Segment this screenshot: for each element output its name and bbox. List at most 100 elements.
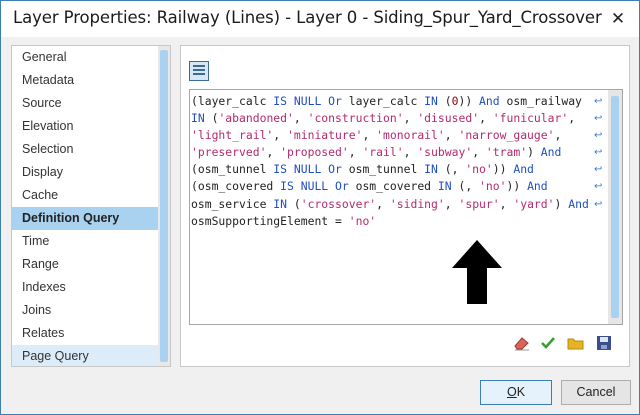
sql-token: ) [554,196,569,211]
sql-line: (osm_tunnel IS NULL Or osm_tunnel IN (, … [191,161,595,178]
sql-token: 'light_rail' [191,128,274,143]
nav-item-source[interactable]: Source [12,92,158,115]
nav-item-metadata[interactable]: Metadata [12,69,158,92]
check-icon[interactable] [537,332,559,354]
property-pages-list: General Metadata Source Elevation Selection D… [11,45,171,367]
sql-token: ) [527,145,541,160]
sql-token: 'miniature' [287,128,363,143]
sql-token: , [499,196,514,211]
nav-item-page-query[interactable]: Page Query [12,345,158,366]
sql-line: osm_service IN ('crossover', 'siding', '… [191,196,595,213]
sql-token: , [479,111,493,126]
nav-item-cache[interactable]: Cache [12,184,158,207]
editor-scrollbar-thumb[interactable] [611,96,619,318]
sql-token: And [568,196,589,211]
nav-scrollbar[interactable] [158,46,170,366]
wrap-marker-icon: ↩ [594,147,603,159]
wrap-marker-icon: ↩ [594,181,603,193]
sql-token: (, [444,162,466,177]
sql-token: 'spur' [458,196,500,211]
sql-token: 'preserved' [191,145,267,160]
sql-token: , [444,128,459,143]
sql-token: IS NULL Or [273,94,349,108]
sql-token: , [554,128,562,143]
sql-token: ( [191,162,198,177]
sql-token: IN [191,111,212,126]
sql-token: And [513,162,534,177]
nav-item-joins[interactable]: Joins [12,299,158,322]
eraser-icon[interactable] [511,332,533,354]
sql-token: 'construction' [307,111,404,126]
definition-query-panel: (layer_calc IS NULL Or layer_calc IN (0)… [180,45,630,367]
sql-line: osmSupportingElement = 'no' [191,213,595,230]
nav-item-definition-query[interactable]: Definition Query [12,207,158,230]
sql-token: osm_service [191,196,274,211]
dialog-footer: OK Cancel [1,380,639,414]
nav-item-display[interactable]: Display [12,161,158,184]
sql-token: , [444,196,459,211]
nav-scrollbar-thumb[interactable] [160,50,168,362]
sql-mode-icon[interactable] [189,61,209,81]
nav-item-selection[interactable]: Selection [12,138,158,161]
sql-token: osm_covered [355,179,438,194]
sql-token: 'subway' [417,145,473,160]
title-bar[interactable]: Layer Properties: Railway (Lines) - Laye… [1,1,639,37]
sql-token: = [335,213,349,228]
sql-token: , [568,111,576,126]
sql-token: 'funicular' [492,111,569,126]
sql-token: , [472,145,486,160]
ok-button[interactable]: OK [480,380,552,405]
sql-token: And [540,145,562,160]
sql-token: IN [424,162,445,177]
wrap-marker-icon: ↩ [594,198,603,210]
cancel-button[interactable]: Cancel [561,380,631,405]
sql-token: , [293,111,308,126]
nav-list: General Metadata Source Elevation Selection D… [12,46,158,366]
sql-token: 'no' [479,179,507,194]
wrap-marker-icon: ↩ [594,113,603,125]
dialog-body: General Metadata Source Elevation Selection D… [1,37,639,380]
sql-token: )) [506,179,528,194]
sql-token: IS NULL Or [273,162,349,177]
nav-item-general[interactable]: General [12,46,158,69]
dialog-title: Layer Properties: Railway (Lines) - Laye… [13,8,602,27]
wrap-marker-icon: ↩ [594,96,603,107]
sql-token: , [403,111,418,126]
sql-token: IN [424,94,445,108]
sql-token: layer_calc [348,94,425,108]
folder-icon[interactable] [565,332,587,354]
nav-item-range[interactable]: Range [12,253,158,276]
nav-item-indexes[interactable]: Indexes [12,276,158,299]
sql-token: 'yard' [513,196,555,211]
close-icon[interactable]: ✕ [605,7,631,31]
sql-token: 'crossover' [300,196,377,211]
sql-line: (layer_calc IS NULL Or layer_calc IN (0)… [191,93,595,110]
sql-token: osmSupportingElement [191,213,336,228]
sql-token: IS NULL Or [280,179,356,194]
sql-token: IN [437,179,459,194]
sql-token: 'rail' [362,145,404,160]
sql-token: IN [273,196,294,211]
sql-expression-editor[interactable]: (layer_calc IS NULL Or layer_calc IN (0)… [189,89,623,325]
sql-token: )) [492,162,514,177]
nav-item-relates[interactable]: Relates [12,322,158,345]
sql-token: ( [191,179,198,194]
sql-line: IN ('abandoned', 'construction', 'disuse… [191,110,595,127]
save-icon[interactable] [593,332,615,354]
sql-token: , [403,145,418,160]
sql-token: And [527,179,548,194]
sql-code[interactable]: (layer_calc IS NULL Or layer_calc IN (0)… [191,93,595,230]
sql-token: And [479,94,507,108]
sql-token: , [266,145,281,160]
sql-token: osm_tunnel [348,162,425,177]
sql-token: 'no' [348,213,377,228]
sql-token: , [376,196,390,211]
word-wrap-markers: ↩ ↩ ↩ ↩ ↩ ↩ ↩ [594,93,606,213]
sql-token: 'monorail' [376,128,445,143]
nav-item-time[interactable]: Time [12,230,158,253]
editor-scrollbar[interactable] [608,90,622,324]
sql-token: 'tram' [485,145,528,160]
sql-token: , [348,145,363,160]
sql-token: 'proposed' [280,145,349,160]
nav-item-elevation[interactable]: Elevation [12,115,158,138]
